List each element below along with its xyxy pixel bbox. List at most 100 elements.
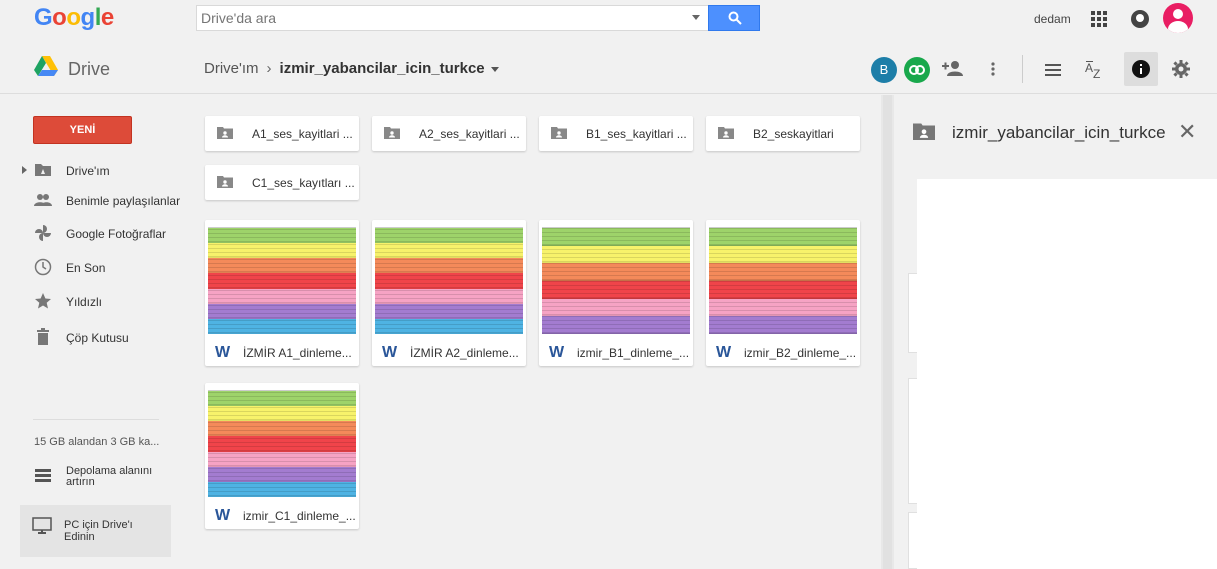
thumbnail-band xyxy=(208,318,356,334)
notifications-icon[interactable] xyxy=(1131,10,1149,28)
folder-name: B1_ses_kayitlari ... xyxy=(586,127,687,141)
trash-icon xyxy=(37,328,49,345)
file-card[interactable]: W izmir_B2_dinleme_... xyxy=(706,220,860,366)
thumbnail-band xyxy=(542,280,690,299)
sidebar-item-my-drive[interactable]: Drive'ım xyxy=(0,154,187,188)
thumbnail-band xyxy=(542,245,690,264)
shared-user-avatar[interactable]: B xyxy=(871,57,897,83)
thumbnail-band xyxy=(375,288,523,304)
search-options-caret-icon[interactable] xyxy=(692,15,700,20)
thumbnail-band xyxy=(208,391,356,407)
close-icon[interactable]: ✕ xyxy=(1178,119,1196,145)
file-card[interactable]: W İZMİR A2_dinleme... xyxy=(372,220,526,366)
pc-line-2: Edinin xyxy=(64,531,95,543)
details-header: izmir_yabancilar_icin_turkce ✕ xyxy=(894,95,1217,179)
panel-resize-scrollbar[interactable] xyxy=(881,95,894,569)
google-logo[interactable]: Google xyxy=(34,4,114,32)
thumbnail-band xyxy=(208,303,356,319)
sort-az-icon[interactable]: A Z xyxy=(1085,59,1103,79)
details-title: izmir_yabancilar_icin_turkce xyxy=(952,123,1166,142)
sidebar-item-trash[interactable]: Çöp Kutusu xyxy=(0,321,187,355)
thumbnail-band xyxy=(208,481,356,497)
search-box[interactable] xyxy=(196,5,709,31)
thumbnail-band xyxy=(709,263,857,281)
breadcrumb-root[interactable]: Drive'ım xyxy=(204,60,259,77)
thumbnail-band xyxy=(208,451,356,467)
get-drive-for-pc-button[interactable]: PC için Drive'ı Edinin xyxy=(20,505,171,557)
file-card[interactable]: W izmir_B1_dinleme_... xyxy=(539,220,693,366)
file-name: izmir_C1_dinleme_... xyxy=(243,509,356,523)
thumbnail-band xyxy=(542,298,690,317)
sidebar-item-label: Google Fotoğraflar xyxy=(66,227,167,241)
sidebar-item-label: Drive'ım xyxy=(66,164,110,178)
file-thumbnail xyxy=(542,222,690,334)
folder-card[interactable]: A1_ses_kayitlari ... xyxy=(205,116,359,151)
file-name: İZMİR A2_dinleme... xyxy=(410,346,519,360)
shared-folder-icon xyxy=(913,123,935,140)
drive-folder-icon xyxy=(35,164,51,176)
add-person-icon[interactable] xyxy=(942,60,964,76)
apps-grid-icon[interactable] xyxy=(1090,10,1108,28)
file-thumbnail xyxy=(208,222,356,334)
details-card-stub xyxy=(908,512,917,569)
breadcrumb-separator-icon: › xyxy=(266,60,272,77)
file-thumbnail xyxy=(375,222,523,334)
file-card[interactable]: W İZMİR A1_dinleme... xyxy=(205,220,359,366)
people-icon xyxy=(34,194,52,206)
breadcrumb-current[interactable]: izmir_yabancilar_icin_turkce xyxy=(280,60,485,77)
shared-folder-icon xyxy=(217,127,233,139)
word-doc-icon: W xyxy=(716,344,732,361)
file-name: İZMİR A1_dinleme... xyxy=(243,346,352,360)
file-thumbnail xyxy=(709,222,857,334)
pc-line-1: PC için Drive'ı xyxy=(64,519,133,531)
sidebar-item-label: En Son xyxy=(66,261,106,275)
list-view-icon[interactable] xyxy=(1045,64,1061,76)
sidebar-item-recent[interactable]: En Son xyxy=(0,251,187,285)
sidebar-item-starred[interactable]: Yıldızlı xyxy=(0,285,187,319)
thumbnail-band xyxy=(375,243,523,259)
new-button[interactable]: YENİ xyxy=(33,116,132,144)
thumbnail-band xyxy=(709,228,857,246)
upgrade-storage-link[interactable]: Depolama alanını artırın xyxy=(0,461,187,495)
share-link-button[interactable] xyxy=(904,57,930,83)
thumbnail-band xyxy=(208,243,356,259)
sidebar-item-label: Benimle paylaşılanlar xyxy=(66,194,181,208)
thumbnail-band xyxy=(709,316,857,334)
sidebar-item-shared-with-me[interactable]: Benimle paylaşılanlar xyxy=(0,184,187,218)
thumbnail-band xyxy=(709,298,857,317)
thumbnail-band xyxy=(375,228,523,244)
word-doc-icon: W xyxy=(215,507,231,524)
file-card[interactable]: W izmir_C1_dinleme_... xyxy=(205,383,359,529)
avatar[interactable] xyxy=(1163,3,1193,33)
clock-icon xyxy=(34,258,52,276)
folder-card[interactable]: C1_ses_kayıtları ... xyxy=(205,165,359,200)
details-toggle-button[interactable] xyxy=(1124,52,1158,86)
details-card-stub xyxy=(908,378,917,504)
thumbnail-band xyxy=(542,316,690,334)
folder-menu-caret-icon[interactable] xyxy=(490,66,499,72)
word-doc-icon: W xyxy=(382,344,398,361)
thumbnail-band xyxy=(542,228,690,246)
thumbnail-band xyxy=(208,288,356,304)
sidebar-item-google-photos[interactable]: Google Fotoğraflar xyxy=(0,217,187,251)
sidebar-item-label: Yıldızlı xyxy=(66,295,103,309)
star-icon xyxy=(35,293,51,309)
more-options-icon[interactable] xyxy=(991,62,995,76)
user-name[interactable]: dedam xyxy=(1034,12,1071,26)
folder-card[interactable]: A2_ses_kayitlari ... xyxy=(372,116,526,151)
drive-app-name[interactable]: Drive xyxy=(68,59,110,80)
folder-card[interactable]: B2_seskayitlari xyxy=(706,116,860,151)
computer-icon xyxy=(32,517,52,534)
search-button[interactable] xyxy=(708,5,760,31)
settings-gear-icon[interactable] xyxy=(1172,60,1190,78)
svg-text:Z: Z xyxy=(1093,67,1100,79)
expand-arrow-icon[interactable] xyxy=(22,166,27,174)
search-input[interactable] xyxy=(197,6,677,30)
thumbnail-band xyxy=(208,466,356,482)
word-doc-icon: W xyxy=(549,344,565,361)
details-panel: izmir_yabancilar_icin_turkce ✕ xyxy=(894,95,1217,569)
thumbnail-band xyxy=(208,228,356,244)
pinwheel-icon xyxy=(35,225,51,241)
folder-card[interactable]: B1_ses_kayitlari ... xyxy=(539,116,693,151)
toolbar-divider xyxy=(1022,55,1023,83)
